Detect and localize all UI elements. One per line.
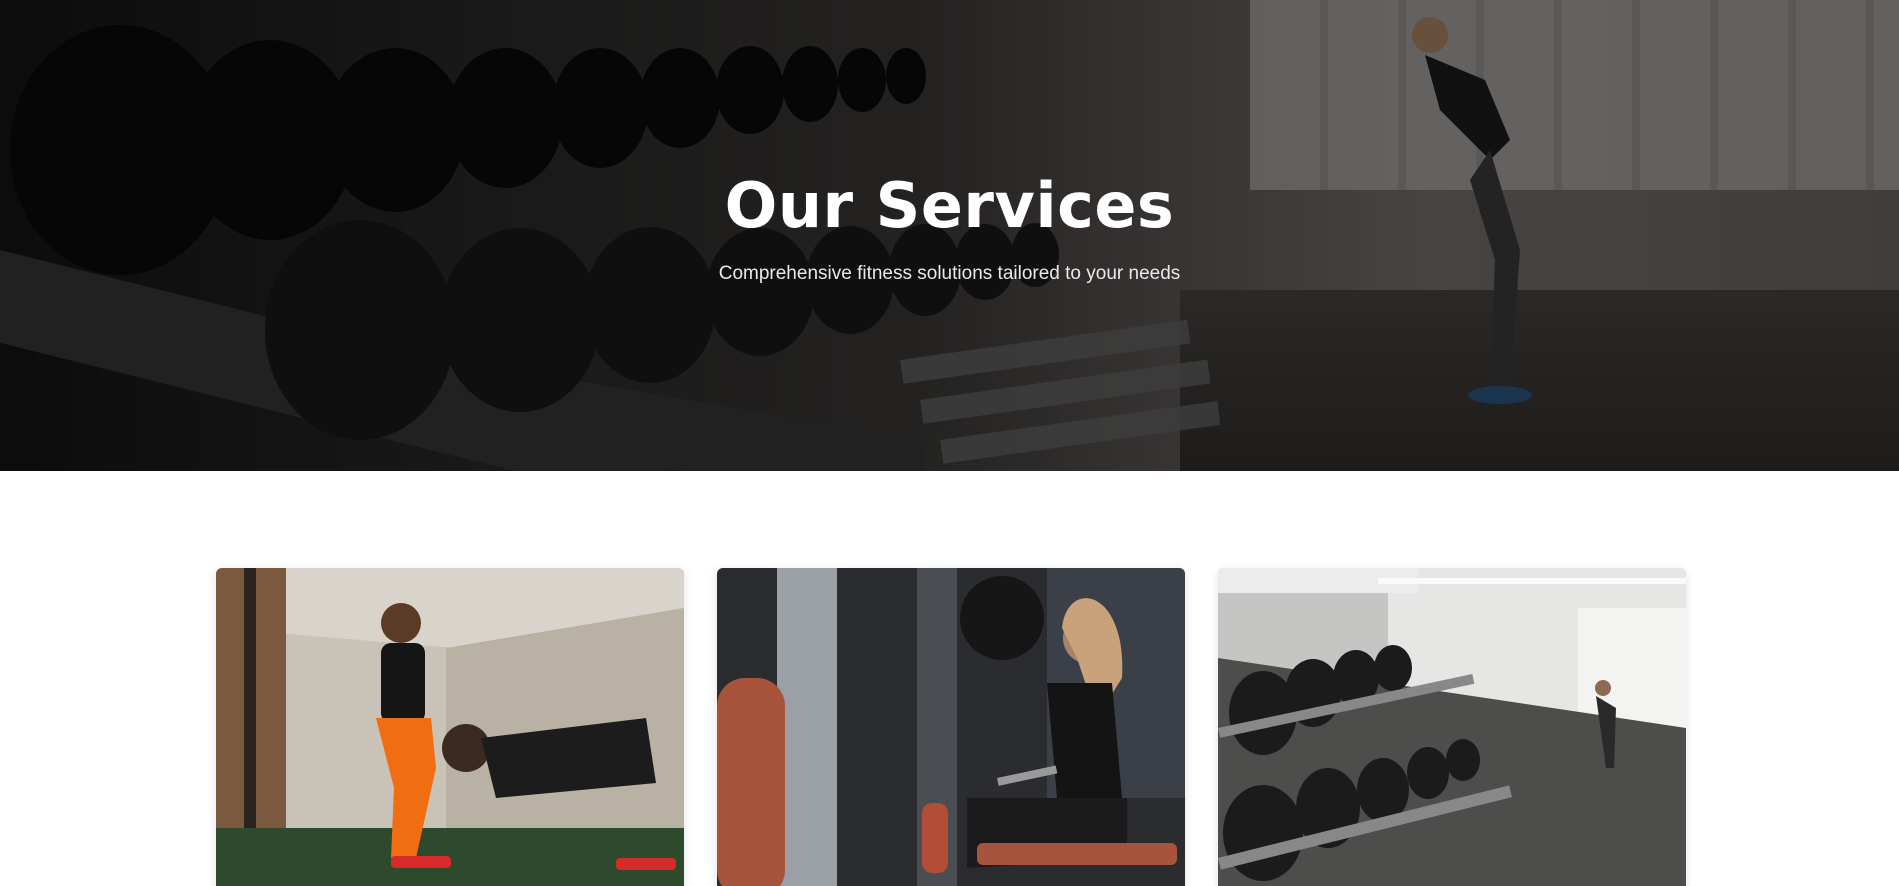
hero-banner: Our Services Comprehensive fitness solut… xyxy=(0,0,1899,471)
service-card-strength-training[interactable] xyxy=(717,568,1185,886)
woman-cable-row-image xyxy=(717,568,1185,886)
service-card-gym-access[interactable] xyxy=(1218,568,1686,886)
service-card-personal-training[interactable] xyxy=(216,568,684,886)
hero-title: Our Services xyxy=(724,169,1175,242)
hero-subtitle: Comprehensive fitness solutions tailored… xyxy=(718,263,1181,284)
personal-trainer-pushup-image xyxy=(216,568,684,886)
dumbbell-rack-image xyxy=(1218,568,1686,886)
